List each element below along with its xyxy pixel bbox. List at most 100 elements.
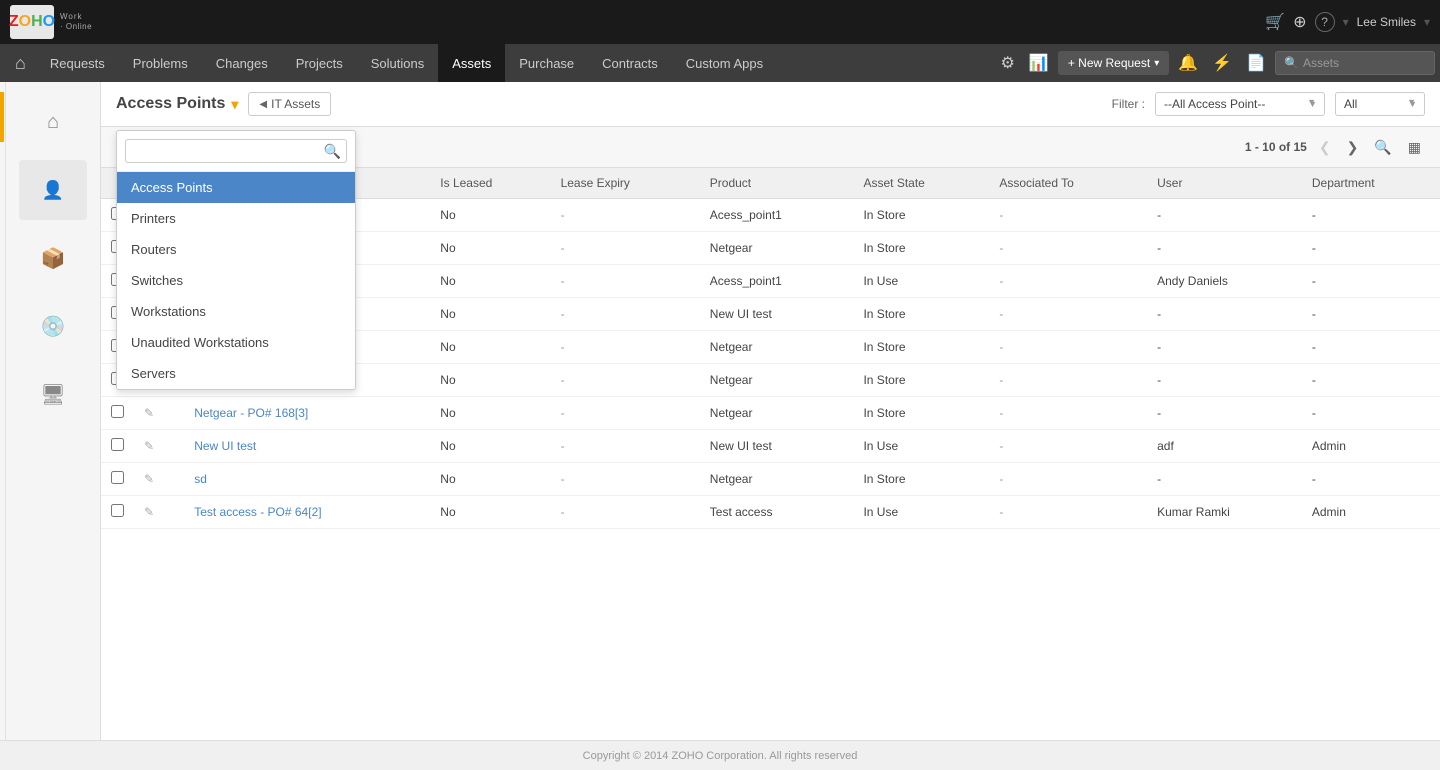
- row-checkbox-9[interactable]: [101, 496, 134, 529]
- dropdown-item-printers[interactable]: Printers: [117, 203, 355, 234]
- nav-custom-apps[interactable]: Custom Apps: [672, 44, 777, 82]
- dropdown-search-input[interactable]: [125, 139, 347, 163]
- search-input[interactable]: [1303, 56, 1413, 70]
- new-request-button[interactable]: + New Request ▾: [1058, 51, 1169, 75]
- dropdown-item-switches[interactable]: Switches: [117, 265, 355, 296]
- row-associated-0: -: [989, 199, 1147, 232]
- sidebar-item-2[interactable]: 📦: [19, 228, 87, 288]
- dropdown-item-servers[interactable]: Servers: [117, 358, 355, 389]
- sidebar-item-3[interactable]: 💿: [19, 296, 87, 356]
- nav-problems[interactable]: Problems: [119, 44, 202, 82]
- dropdown-item-workstations[interactable]: Workstations: [117, 296, 355, 327]
- row-department-5: -: [1302, 364, 1440, 397]
- asset-link-7[interactable]: New UI test: [194, 439, 256, 453]
- nav-projects[interactable]: Projects: [282, 44, 357, 82]
- grid-icon[interactable]: ▦: [1404, 137, 1425, 158]
- search-records-icon[interactable]: 🔍: [1370, 137, 1395, 158]
- work-text: Work: [60, 12, 83, 22]
- user-name[interactable]: Lee Smiles: [1357, 15, 1416, 29]
- row-associated-1: -: [989, 232, 1147, 265]
- row-lease-expiry-5: -: [551, 364, 700, 397]
- edit-icon-6[interactable]: ✎: [144, 406, 154, 420]
- top-bar-left: ZOHO Work · Online: [10, 5, 112, 39]
- it-assets-button[interactable]: ◀ IT Assets: [248, 92, 331, 116]
- sidebar-item-4[interactable]: 🖥: [19, 364, 87, 424]
- asset-link-6[interactable]: Netgear - PO# 168[3]: [194, 406, 308, 420]
- row-leased-4: No: [430, 331, 550, 364]
- row-leased-1: No: [430, 232, 550, 265]
- bell-icon[interactable]: 🔔: [1173, 48, 1203, 78]
- th-user: User: [1147, 168, 1302, 199]
- filter1-chevron-icon: ▼: [1307, 97, 1316, 107]
- row-asset-state-8: In Store: [853, 463, 989, 496]
- row-product-6: Netgear: [700, 397, 854, 430]
- row-edit-8[interactable]: ✎: [134, 463, 184, 496]
- th-associated-to: Associated To: [989, 168, 1147, 199]
- sidebar-item-1[interactable]: 👤: [19, 160, 87, 220]
- filter2-chevron-icon: ▼: [1407, 97, 1416, 107]
- sidebar-item-0[interactable]: ⌂: [19, 92, 87, 152]
- row-edit-6[interactable]: ✎: [134, 397, 184, 430]
- dropdown-item-unaudited[interactable]: Unaudited Workstations: [117, 327, 355, 358]
- row-checkbox-6[interactable]: [101, 397, 134, 430]
- row-associated-3: -: [989, 298, 1147, 331]
- row-product-1: Netgear: [700, 232, 854, 265]
- table-row: ✎ New UI test No - New UI test In Use - …: [101, 430, 1440, 463]
- home-nav-icon[interactable]: ⌂: [5, 53, 36, 74]
- nav-requests[interactable]: Requests: [36, 44, 119, 82]
- row-lease-expiry-4: -: [551, 331, 700, 364]
- chart-icon[interactable]: 📊: [1024, 48, 1054, 78]
- row-associated-6: -: [989, 397, 1147, 430]
- checkbox-8[interactable]: [111, 471, 124, 484]
- nav-solutions[interactable]: Solutions: [357, 44, 438, 82]
- row-name-7[interactable]: New UI test: [184, 430, 430, 463]
- main-layout: ⌂ 👤 📦 💿 🖥 Access Points ▾: [0, 82, 1440, 740]
- row-user-1: -: [1147, 232, 1302, 265]
- edit-icon-7[interactable]: ✎: [144, 439, 154, 453]
- row-edit-7[interactable]: ✎: [134, 430, 184, 463]
- row-user-8: -: [1147, 463, 1302, 496]
- checkbox-7[interactable]: [111, 438, 124, 451]
- row-name-8[interactable]: sd: [184, 463, 430, 496]
- lightning-icon[interactable]: ⚡: [1207, 48, 1237, 78]
- row-checkbox-7[interactable]: [101, 430, 134, 463]
- row-name-9[interactable]: Test access - PO# 64[2]: [184, 496, 430, 529]
- row-name-6[interactable]: Netgear - PO# 168[3]: [184, 397, 430, 430]
- edit-icon-8[interactable]: ✎: [144, 472, 154, 486]
- th-asset-state: Asset State: [853, 168, 989, 199]
- doc-icon[interactable]: 📄: [1241, 48, 1271, 78]
- row-edit-9[interactable]: ✎: [134, 496, 184, 529]
- row-department-0: -: [1302, 199, 1440, 232]
- next-page-button[interactable]: ❯: [1343, 137, 1363, 158]
- help-icon[interactable]: ?: [1315, 12, 1335, 32]
- nav-assets[interactable]: Assets: [438, 44, 505, 82]
- th-product: Product: [700, 168, 854, 199]
- sidebar-accent-bar: [0, 92, 4, 142]
- row-associated-4: -: [989, 331, 1147, 364]
- nav-purchase[interactable]: Purchase: [505, 44, 588, 82]
- add-icon[interactable]: ⊕: [1293, 12, 1306, 32]
- prev-page-button[interactable]: ❮: [1315, 137, 1335, 158]
- nav-changes[interactable]: Changes: [202, 44, 282, 82]
- title-dropdown-icon[interactable]: ▾: [231, 96, 238, 113]
- dropdown-item-access-points[interactable]: Access Points: [117, 172, 355, 203]
- checkbox-9[interactable]: [111, 504, 124, 517]
- row-asset-state-9: In Use: [853, 496, 989, 529]
- nav-contracts[interactable]: Contracts: [588, 44, 672, 82]
- filter-dropdown-1[interactable]: --All Access Point-- ▼: [1155, 92, 1325, 116]
- row-user-7: adf: [1147, 430, 1302, 463]
- checkbox-6[interactable]: [111, 405, 124, 418]
- asset-link-8[interactable]: sd: [194, 472, 207, 486]
- filter-dropdown-2[interactable]: All ▼: [1335, 92, 1425, 116]
- row-checkbox-8[interactable]: [101, 463, 134, 496]
- settings-icon[interactable]: ⚙: [996, 48, 1020, 78]
- asset-link-9[interactable]: Test access - PO# 64[2]: [194, 505, 321, 519]
- search-box[interactable]: 🔍: [1275, 51, 1435, 75]
- back-chevron-icon: ◀: [259, 99, 267, 110]
- th-is-leased: Is Leased: [430, 168, 550, 199]
- row-product-2: Acess_point1: [700, 265, 854, 298]
- row-user-3: -: [1147, 298, 1302, 331]
- dropdown-item-routers[interactable]: Routers: [117, 234, 355, 265]
- cart-icon[interactable]: 🛒: [1265, 12, 1285, 32]
- edit-icon-9[interactable]: ✎: [144, 505, 154, 519]
